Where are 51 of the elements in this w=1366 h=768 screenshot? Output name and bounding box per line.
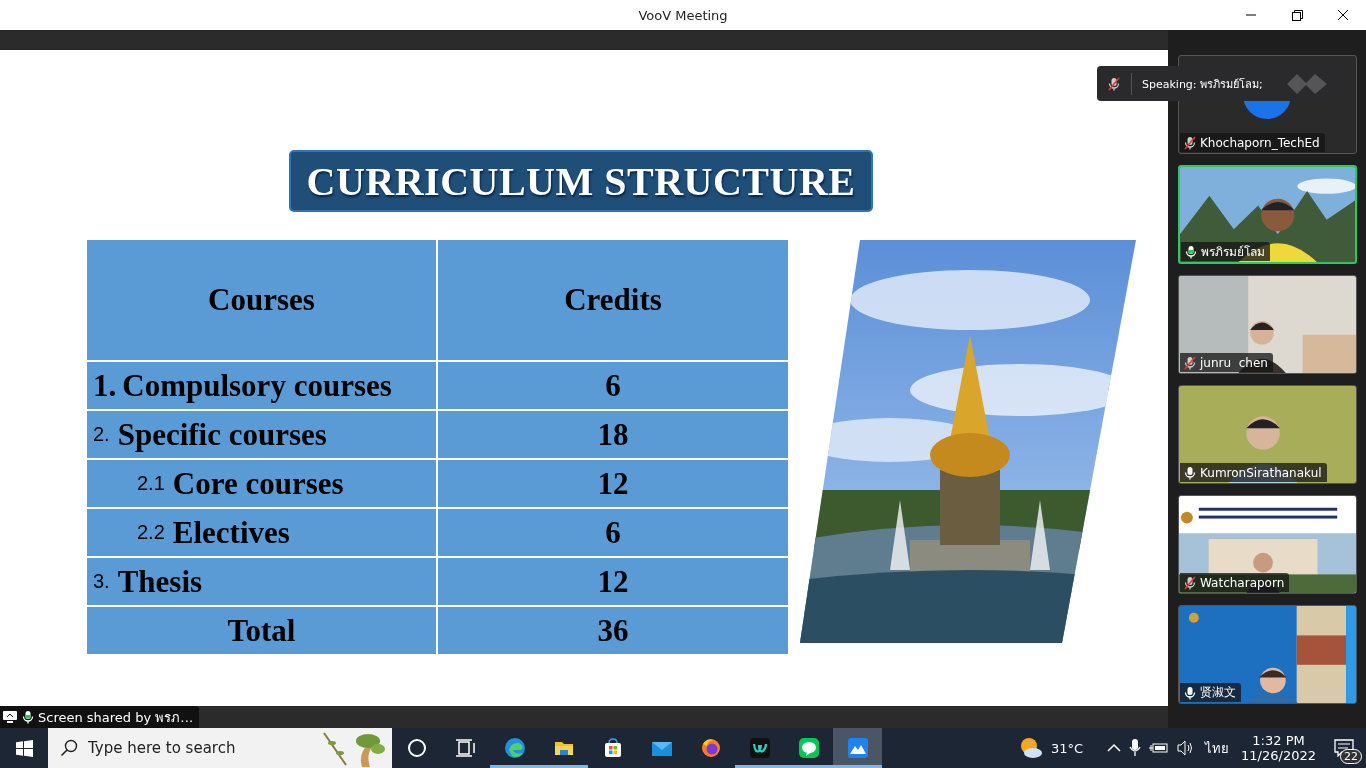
table-cell: 36 bbox=[438, 607, 788, 654]
browser-icon bbox=[504, 738, 525, 758]
participant-name: KumronSirathanakul bbox=[1200, 465, 1322, 480]
course-name: Electives bbox=[172, 514, 290, 551]
search-icon bbox=[60, 739, 78, 757]
clock-date[interactable]: 11/26/2022 bbox=[1241, 748, 1316, 763]
chat-bubble-icon bbox=[798, 738, 819, 758]
circle-icon bbox=[406, 738, 427, 758]
row-number: 2.2 bbox=[137, 521, 165, 544]
course-name: Compulsory courses bbox=[122, 367, 392, 404]
table-cell: 6 bbox=[438, 509, 788, 556]
restore-icon bbox=[1291, 9, 1303, 21]
participant-name: junru chen bbox=[1200, 355, 1268, 370]
taskbar-app[interactable] bbox=[833, 728, 882, 768]
language-indicator[interactable]: ไทย bbox=[1205, 737, 1230, 759]
share-status: Screen shared by พรภ… bbox=[38, 708, 194, 727]
table-cell: 18 bbox=[438, 411, 788, 458]
row-number: 2. bbox=[93, 423, 110, 446]
chevron-up-icon[interactable] bbox=[1107, 743, 1122, 753]
weather-widget[interactable]: 31°C bbox=[1018, 737, 1084, 759]
windows-icon bbox=[15, 739, 33, 757]
window-title: VooV Meeting bbox=[638, 7, 728, 23]
participant-name: Khochaporn_TechEd bbox=[1200, 135, 1320, 150]
column-header: Courses bbox=[87, 240, 436, 360]
temperature: 31°C bbox=[1050, 740, 1084, 756]
sun-cloud-icon bbox=[1018, 737, 1043, 759]
clock-time[interactable]: 1:32 PM bbox=[1252, 733, 1305, 748]
table-cell: Total bbox=[87, 607, 436, 654]
battery-icon[interactable] bbox=[1149, 741, 1170, 755]
firefox-icon bbox=[700, 738, 721, 758]
row-number: 1. bbox=[93, 367, 117, 404]
participant-name: 贤淑文 bbox=[1200, 684, 1236, 701]
row-number: 3. bbox=[93, 570, 110, 593]
column-header: Credits bbox=[438, 240, 788, 360]
close-icon bbox=[1338, 10, 1348, 20]
slide-title: CURRICULUM STRUCTURE bbox=[306, 157, 856, 205]
participant-name: Watcharaporn bbox=[1200, 575, 1285, 590]
table-cell: 12 bbox=[438, 558, 788, 605]
course-name: Thesis bbox=[117, 563, 203, 600]
mic-icon[interactable] bbox=[1129, 739, 1142, 757]
speaking-status: Speaking: พรภิรมย์โลม; bbox=[1142, 76, 1263, 93]
course-name: Core courses bbox=[172, 465, 344, 502]
table-cell: 6 bbox=[438, 362, 788, 409]
participant-name: พรภิรมย์โลม bbox=[1201, 244, 1265, 261]
table-cell: 12 bbox=[438, 460, 788, 507]
row-number: 2.1 bbox=[137, 472, 165, 495]
notification-count: 22 bbox=[1340, 749, 1362, 764]
search-field[interactable]: Type here to search bbox=[48, 728, 392, 768]
course-name: Specific courses bbox=[117, 416, 327, 453]
task-view-icon bbox=[455, 738, 476, 758]
store-icon bbox=[602, 738, 623, 758]
